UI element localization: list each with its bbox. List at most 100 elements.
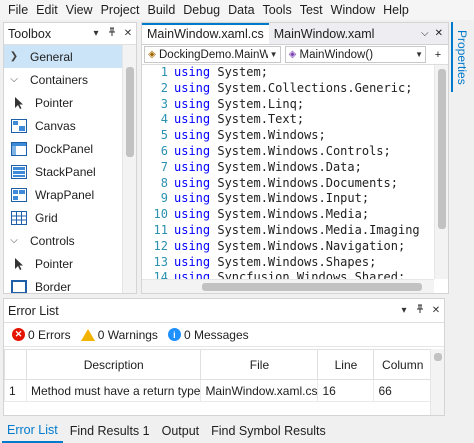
dropdown-icon[interactable]: ▾ bbox=[88, 28, 104, 39]
menu-view[interactable]: View bbox=[62, 3, 97, 17]
split-icon[interactable]: + bbox=[430, 49, 446, 61]
menu-tools[interactable]: Tools bbox=[259, 3, 296, 17]
tool-label: Canvas bbox=[35, 118, 76, 133]
dropdown-icon[interactable]: ▾ bbox=[396, 305, 412, 316]
tab-label: MainWindow.xaml bbox=[273, 26, 375, 41]
toolbox-item-pointer[interactable]: Pointer bbox=[4, 252, 136, 275]
scroll-thumb[interactable] bbox=[126, 67, 134, 157]
code-line[interactable]: 5 using System.Windows; bbox=[142, 128, 434, 144]
chevron-right-icon[interactable]: ❯ bbox=[6, 51, 22, 62]
editor-vertical-scrollbar[interactable] bbox=[434, 65, 448, 279]
toolbox-header: Toolbox ▾ ✕ bbox=[4, 23, 136, 45]
tool-label: StackPanel bbox=[35, 164, 96, 179]
menu-edit[interactable]: Edit bbox=[32, 3, 62, 17]
row-number: 1 bbox=[4, 379, 27, 402]
code-line[interactable]: 6 using System.Windows.Controls; bbox=[142, 144, 434, 160]
menu-file[interactable]: File bbox=[4, 3, 32, 17]
pin-icon[interactable] bbox=[412, 304, 428, 317]
toolbox-title[interactable]: Toolbox bbox=[8, 27, 88, 41]
toolbox-item-pointer[interactable]: Pointer bbox=[4, 91, 136, 114]
column-header-column[interactable]: Column bbox=[373, 349, 432, 380]
chevron-down-icon[interactable]: ▼ bbox=[413, 50, 425, 59]
toolbox-category-controls[interactable]: ⌵ Controls bbox=[4, 229, 136, 252]
column-header-line[interactable]: Line bbox=[317, 349, 375, 380]
code-line[interactable]: 2 using System.Collections.Generic; bbox=[142, 81, 434, 97]
code-line[interactable]: 10 using System.Windows.Media; bbox=[142, 207, 434, 223]
warnings-count: 0 Warnings bbox=[97, 327, 158, 342]
close-icon[interactable]: ✕ bbox=[435, 28, 443, 39]
toolbox-item-stackpanel[interactable]: StackPanel bbox=[4, 160, 136, 183]
tab-output[interactable]: Output bbox=[157, 418, 205, 443]
toolbox-item-dockpanel[interactable]: DockPanel bbox=[4, 137, 136, 160]
code-line[interactable]: 11 using System.Windows.Media.Imaging bbox=[142, 223, 434, 239]
scroll-thumb[interactable] bbox=[434, 353, 442, 361]
errors-count: 0 Errors bbox=[28, 327, 71, 342]
menu-window[interactable]: Window bbox=[327, 3, 379, 17]
menu-build[interactable]: Build bbox=[143, 3, 179, 17]
toolbox-item-grid[interactable]: Grid bbox=[4, 206, 136, 229]
chevron-down-icon[interactable]: ⌵ bbox=[421, 28, 429, 39]
type-dropdown[interactable]: ◈ DockingDemo.MainWinc ▼ bbox=[144, 46, 281, 63]
code-text: System.Windows.Navigation; bbox=[210, 238, 406, 253]
close-icon[interactable]: ✕ bbox=[428, 305, 444, 316]
column-header-description[interactable]: Description bbox=[25, 349, 202, 380]
chevron-down-icon[interactable]: ⌵ bbox=[6, 74, 22, 85]
code-keyword: using bbox=[174, 80, 211, 95]
code-line[interactable]: 4 using System.Text; bbox=[142, 112, 434, 128]
scroll-thumb[interactable] bbox=[202, 283, 422, 291]
chevron-down-icon[interactable]: ⌵ bbox=[6, 235, 22, 246]
scroll-thumb[interactable] bbox=[438, 69, 446, 229]
category-label: General bbox=[30, 49, 73, 64]
toolbox-scrollbar[interactable] bbox=[122, 45, 136, 293]
line-number: 12 bbox=[153, 238, 168, 253]
close-icon[interactable]: ✕ bbox=[120, 28, 136, 39]
warnings-filter-button[interactable]: 0 Warnings bbox=[80, 327, 158, 342]
member-dropdown[interactable]: ◈ MainWindow() ▼ bbox=[284, 46, 427, 63]
toolbox-item-canvas[interactable]: Canvas bbox=[4, 114, 136, 137]
code-keyword: using bbox=[174, 238, 211, 253]
error-list-scrollbar[interactable] bbox=[430, 349, 444, 415]
table-row[interactable]: 1 Method must have a return type MainWin… bbox=[4, 379, 432, 402]
tool-label: WrapPanel bbox=[35, 187, 95, 202]
editor-horizontal-scrollbar[interactable] bbox=[142, 279, 434, 293]
line-number: 9 bbox=[160, 191, 168, 206]
tab-find-results-1[interactable]: Find Results 1 bbox=[65, 418, 155, 443]
bottom-panel-tabs: Error List Find Results 1 Output Find Sy… bbox=[0, 418, 474, 443]
menu-test[interactable]: Test bbox=[296, 3, 327, 17]
code-line[interactable]: 12 using System.Windows.Navigation; bbox=[142, 239, 434, 255]
column-header-file[interactable]: File bbox=[200, 349, 319, 380]
column-header-number[interactable] bbox=[4, 349, 27, 380]
code-line[interactable]: 14 using Syncfusion.Windows.Shared; bbox=[142, 270, 434, 279]
toolbox-item-border[interactable]: Border bbox=[4, 275, 136, 293]
code-keyword: using bbox=[174, 270, 211, 279]
code-line[interactable]: 3 using System.Linq; bbox=[142, 97, 434, 113]
messages-filter-button[interactable]: i 0 Messages bbox=[167, 328, 249, 342]
tab-mainwindow-xaml[interactable]: MainWindow.xaml bbox=[269, 23, 380, 44]
code-line[interactable]: 7 using System.Windows.Data; bbox=[142, 160, 434, 176]
code-line[interactable]: 13 using System.Windows.Shapes; bbox=[142, 255, 434, 271]
code-text: System.Text; bbox=[210, 112, 305, 127]
code-line[interactable]: 9 using System.Windows.Input; bbox=[142, 191, 434, 207]
code-keyword: using bbox=[174, 143, 211, 158]
menu-data[interactable]: Data bbox=[224, 3, 258, 17]
line-number: 2 bbox=[160, 80, 168, 95]
tab-label: MainWindow.xaml.cs bbox=[147, 27, 264, 41]
properties-side-tab[interactable]: Properties bbox=[451, 22, 471, 92]
tab-error-list[interactable]: Error List bbox=[2, 418, 63, 443]
menu-project[interactable]: Project bbox=[97, 3, 144, 17]
chevron-down-icon[interactable]: ▼ bbox=[268, 50, 280, 59]
menu-help[interactable]: Help bbox=[379, 3, 413, 17]
tab-mainwindow-xaml-cs[interactable]: MainWindow.xaml.cs bbox=[142, 23, 269, 44]
pin-icon[interactable] bbox=[104, 27, 120, 40]
errors-filter-button[interactable]: ✕ 0 Errors bbox=[12, 328, 71, 342]
code-keyword: using bbox=[174, 207, 211, 222]
menu-debug[interactable]: Debug bbox=[179, 3, 224, 17]
code-line[interactable]: 8 using System.Windows.Documents; bbox=[142, 176, 434, 192]
code-text: System.Windows.Shapes; bbox=[210, 254, 377, 269]
toolbox-item-wrappanel[interactable]: WrapPanel bbox=[4, 183, 136, 206]
toolbox-category-general[interactable]: ❯ General bbox=[4, 45, 136, 68]
tab-find-symbol-results[interactable]: Find Symbol Results bbox=[206, 418, 331, 443]
code-line[interactable]: 1 using System; bbox=[142, 65, 434, 81]
code-area[interactable]: 1 using System; 2 using System.Collections.… bbox=[142, 65, 434, 279]
toolbox-category-containers[interactable]: ⌵ Containers bbox=[4, 68, 136, 91]
